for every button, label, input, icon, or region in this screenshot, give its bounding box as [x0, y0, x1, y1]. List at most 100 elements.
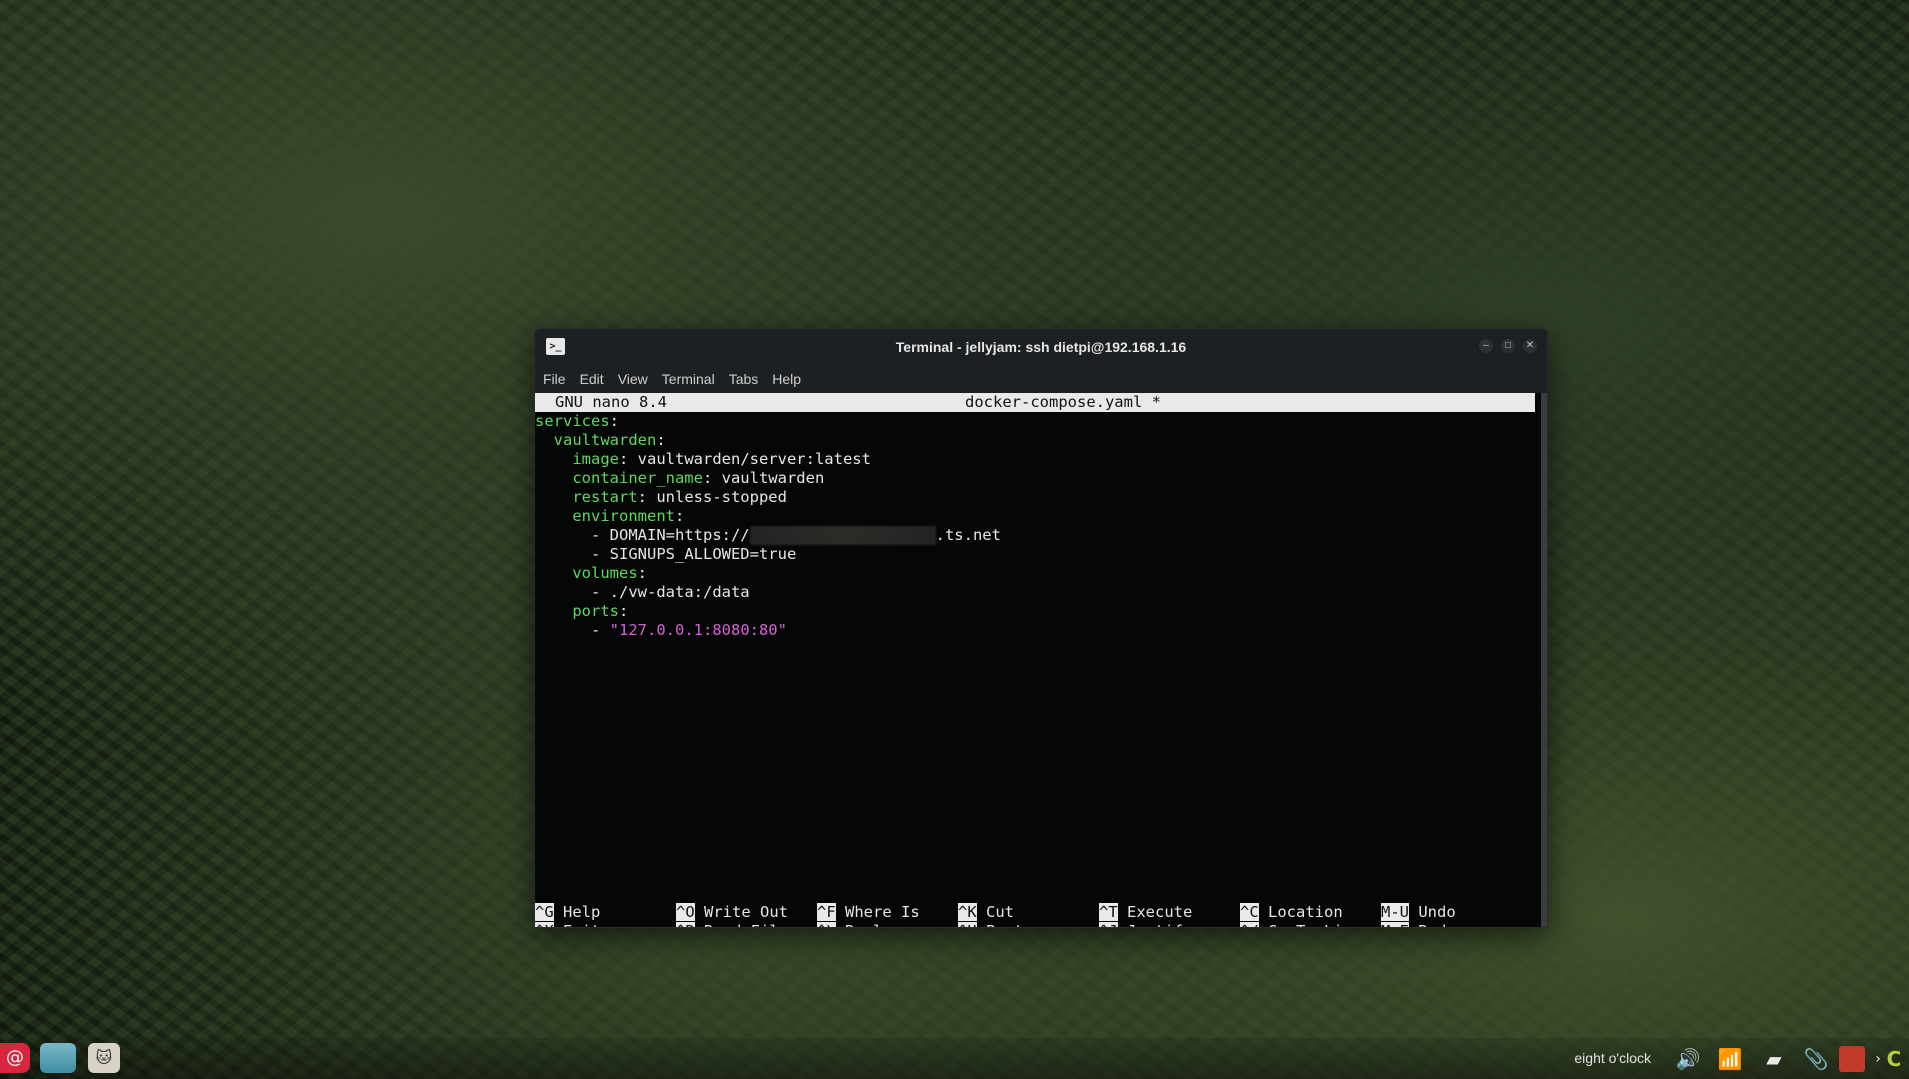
clip-icon[interactable]: 📎 — [1803, 1046, 1829, 1072]
yaml-key: container_name — [572, 469, 703, 487]
shortcut-go-to-line: ^/ Go To Line — [1240, 922, 1361, 927]
menu-bar: File Edit View Terminal Tabs Help — [535, 365, 1547, 393]
shortcut-key: ^O — [676, 903, 695, 921]
debian-menu-icon[interactable]: @ — [0, 1043, 30, 1073]
yaml-value: : vaultwarden — [702, 469, 825, 487]
editor-content[interactable]: services: vaultwarden: image: vaultwarde… — [535, 412, 1547, 640]
yaml-value: : — [656, 431, 666, 449]
menu-file[interactable]: File — [543, 369, 566, 389]
shortcut-label: Undo — [1409, 903, 1456, 921]
window-title: Terminal - jellyjam: ssh dietpi@192.168.… — [895, 339, 1187, 355]
shortcut-label: Help — [553, 903, 601, 921]
editor-line[interactable]: services: — [535, 412, 1547, 431]
shortcut-label: Exit — [554, 922, 600, 927]
editor-line[interactable]: - DOMAIN=https:// .ts.net — [535, 526, 1547, 545]
editor-line[interactable]: vaultwarden: — [535, 431, 1547, 450]
shortcut-key: ^\ — [817, 922, 836, 927]
yaml-value: : unless-stopped — [637, 488, 787, 506]
editor-line[interactable]: - ./vw-data:/data — [535, 583, 1547, 602]
editor-line[interactable]: restart: unless-stopped — [535, 488, 1547, 507]
menu-tabs[interactable]: Tabs — [729, 369, 759, 389]
minimize-button[interactable]: – — [1479, 339, 1493, 353]
yaml-key: environment — [572, 507, 675, 525]
yaml-key: ports — [572, 602, 619, 620]
shortcut-location: ^C Location — [1240, 903, 1343, 922]
nano-header: GNU nano 8.4 docker-compose.yaml * — [535, 393, 1535, 412]
shortcut-label: Go To Line — [1259, 922, 1361, 927]
shortcut-justify: ^J Justify — [1099, 922, 1192, 927]
editor-line[interactable]: image: vaultwarden/server:latest — [535, 450, 1547, 469]
yaml-value: : — [609, 412, 619, 430]
editor-line[interactable]: environment: — [535, 507, 1547, 526]
editor-line[interactable]: - SIGNUPS_ALLOWED=true — [535, 545, 1547, 564]
updater-icon[interactable]: C — [1881, 1046, 1907, 1072]
shortcut-label: Paste — [977, 922, 1033, 927]
menu-view[interactable]: View — [618, 369, 648, 389]
terminal-area[interactable]: GNU nano 8.4 docker-compose.yaml * servi… — [535, 393, 1547, 927]
cat-app-icon[interactable]: 🐱 — [88, 1043, 120, 1073]
shortcut-where-is: ^F Where Is — [817, 903, 920, 922]
shortcut-key: ^U — [958, 922, 977, 927]
nano-filename: docker-compose.yaml * — [965, 393, 1161, 411]
shortcut-label: Where Is — [835, 903, 920, 921]
terminal-window[interactable]: >_ Terminal - jellyjam: ssh dietpi@192.1… — [534, 328, 1548, 928]
shortcut-help: ^G Help — [535, 903, 600, 922]
shortcut-row-2: ^X Exit ^R Read File ^\ Replace ^U Paste ^J … — [535, 922, 1535, 927]
file-manager-icon[interactable] — [40, 1043, 76, 1073]
shortcut-undo: M-U Undo — [1381, 903, 1456, 922]
taskbar: @ 🐱 eight o'clock 🔊 📶 ▰ 📎 › C — [0, 1038, 1909, 1079]
redacted-hostname — [749, 526, 936, 545]
editor-line[interactable]: ports: — [535, 602, 1547, 621]
menu-help[interactable]: Help — [772, 369, 801, 389]
app-tray-icon[interactable] — [1839, 1046, 1865, 1072]
yaml-key: vaultwarden — [553, 431, 657, 449]
volume-icon[interactable]: 🔊 — [1675, 1046, 1701, 1072]
shortcut-label: Cut — [976, 903, 1014, 921]
shortcut-label: Execute — [1117, 903, 1193, 921]
nano-version: GNU nano 8.4 — [555, 393, 667, 411]
network-icon[interactable]: 📶 — [1717, 1046, 1743, 1072]
yaml-value: : — [619, 602, 629, 620]
menu-edit[interactable]: Edit — [580, 369, 604, 389]
shortcut-key: ^R — [676, 922, 695, 927]
shortcut-label: Redo — [1409, 922, 1455, 927]
editor-line[interactable]: - "127.0.0.1:8080:80" — [535, 621, 1547, 640]
yaml-key: volumes — [572, 564, 638, 582]
notes-icon[interactable]: ▰ — [1761, 1046, 1787, 1072]
yaml-key: image — [572, 450, 619, 468]
yaml-text: .ts.net — [935, 526, 1001, 544]
shortcut-execute: ^T Execute — [1099, 903, 1192, 922]
shortcut-key: ^T — [1099, 903, 1118, 921]
shortcut-key: ^J — [1099, 922, 1118, 927]
maximize-button[interactable]: □ — [1501, 339, 1515, 353]
shortcut-replace: ^\ Replace — [817, 922, 910, 927]
menu-terminal[interactable]: Terminal — [662, 369, 715, 389]
shortcut-key: M-U — [1381, 903, 1409, 921]
shortcut-key: ^/ — [1240, 922, 1259, 927]
shortcut-label: Justify — [1118, 922, 1192, 927]
shortcut-paste: ^U Paste — [958, 922, 1033, 927]
nano-shortcuts: ^G Help ^O Write Out ^F Where Is ^K Cut ^T E… — [535, 903, 1535, 927]
yaml-value: : — [674, 507, 685, 525]
clock[interactable]: eight o'clock — [1574, 1050, 1651, 1066]
editor-line[interactable]: container_name: vaultwarden — [535, 469, 1547, 488]
shortcut-key: M-E — [1381, 922, 1409, 927]
shortcut-label: Location — [1258, 903, 1343, 921]
title-bar[interactable]: >_ Terminal - jellyjam: ssh dietpi@192.1… — [535, 329, 1547, 365]
shortcut-exit: ^X Exit — [535, 922, 600, 927]
shortcut-key: ^K — [958, 903, 977, 921]
shortcut-key: ^G — [535, 903, 554, 921]
shortcut-key: ^C — [1240, 903, 1259, 921]
close-button[interactable]: ✕ — [1523, 339, 1537, 353]
terminal-scrollbar[interactable] — [1541, 393, 1547, 927]
yaml-string: "127.0.0.1:8080:80" — [609, 621, 787, 639]
shortcut-redo: M-E Redo — [1381, 922, 1456, 927]
yaml-key: restart — [572, 488, 638, 506]
yaml-key: services — [535, 412, 610, 430]
shortcut-label: Replace — [836, 922, 910, 927]
yaml-text: - ./vw-data:/data — [591, 583, 750, 601]
yaml-value: : — [637, 564, 647, 582]
yaml-value: : vaultwarden/server:latest — [619, 450, 871, 468]
shortcut-key: ^F — [817, 903, 836, 921]
editor-line[interactable]: volumes: — [535, 564, 1547, 583]
